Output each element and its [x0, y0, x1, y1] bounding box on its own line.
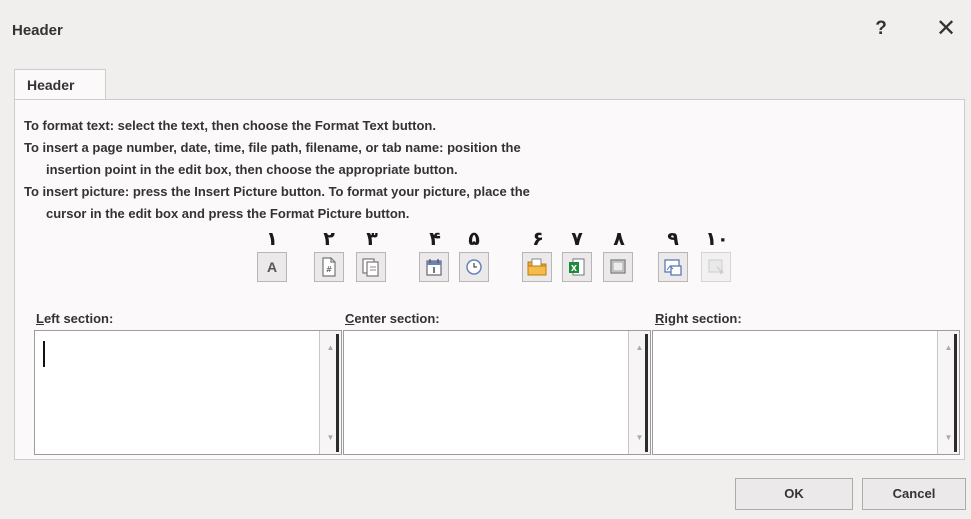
instruction-line-4: To insert picture: press the Insert Pict…: [24, 184, 530, 199]
svg-text:X: X: [571, 264, 578, 273]
scrollbar-thumb[interactable]: [336, 334, 339, 452]
button-number-10: ۱۰: [705, 228, 729, 250]
tab-header[interactable]: Header: [14, 69, 106, 100]
right-section-label: Right section:: [655, 311, 742, 326]
right-section-input[interactable]: ▲ ▼: [652, 330, 960, 455]
instruction-line-5: cursor in the edit box and press the For…: [46, 206, 410, 221]
format-picture-icon: [708, 259, 724, 275]
insert-file-path-button[interactable]: [522, 252, 552, 282]
insert-file-path-icon: [527, 258, 547, 276]
close-button[interactable]: ✕: [933, 16, 959, 42]
right-section-scrollbar[interactable]: ▲ ▼: [937, 331, 959, 454]
center-section-label: Center section:: [345, 311, 440, 326]
insert-number-of-pages-icon: [362, 258, 379, 277]
insert-date-icon: [426, 259, 442, 276]
insert-time-button[interactable]: [459, 252, 489, 282]
insert-number-of-pages-button[interactable]: [356, 252, 386, 282]
insert-page-number-button[interactable]: #: [314, 252, 344, 282]
button-number-6: ۶: [532, 228, 544, 250]
insert-sheet-name-button[interactable]: [603, 252, 633, 282]
right-section-label-text: ight section:: [664, 311, 742, 326]
left-section-label: Left section:: [36, 311, 113, 326]
button-number-4: ۴: [429, 228, 441, 250]
scrollbar-thumb[interactable]: [954, 334, 957, 452]
text-caret: [43, 341, 45, 367]
cancel-button[interactable]: Cancel: [862, 478, 966, 510]
button-number-7: ۷: [571, 228, 583, 250]
svg-text:#: #: [326, 265, 333, 274]
help-button[interactable]: ?: [869, 16, 893, 42]
ok-button[interactable]: OK: [735, 478, 853, 510]
insert-date-button[interactable]: [419, 252, 449, 282]
instruction-line-1: To format text: select the text, then ch…: [24, 118, 436, 133]
insert-file-name-button[interactable]: X: [562, 252, 592, 282]
title-bar: Header ? ✕: [0, 0, 971, 56]
center-section-accesskey: C: [345, 311, 355, 326]
button-number-9: ۹: [667, 228, 679, 250]
format-picture-button[interactable]: [701, 252, 731, 282]
insert-page-number-icon: #: [322, 257, 336, 277]
insert-file-name-icon: X: [569, 258, 585, 276]
instruction-line-2: To insert a page number, date, time, fil…: [24, 140, 521, 155]
insert-time-icon: [466, 259, 482, 275]
center-section-label-text: enter section:: [354, 311, 440, 326]
tab-header-label: Header: [27, 77, 75, 93]
right-section-accesskey: R: [655, 311, 665, 326]
left-section-accesskey: L: [36, 311, 44, 326]
left-section-label-text: eft section:: [43, 311, 114, 326]
format-text-icon: A: [266, 259, 278, 275]
dialog-title: Header: [12, 22, 63, 39]
format-text-button[interactable]: A: [257, 252, 287, 282]
center-section-scrollbar[interactable]: ▲ ▼: [628, 331, 650, 454]
button-number-2: ۲: [323, 228, 335, 250]
insert-sheet-name-icon: [610, 259, 626, 274]
left-section-input[interactable]: ▲ ▼: [34, 330, 342, 455]
center-section-input[interactable]: ▲ ▼: [343, 330, 651, 455]
insert-picture-button[interactable]: [658, 252, 688, 282]
instruction-line-3: insertion point in the edit box, then ch…: [46, 162, 458, 177]
button-number-5: ۵: [468, 228, 480, 250]
left-section-scrollbar[interactable]: ▲ ▼: [319, 331, 341, 454]
button-number-3: ۳: [366, 228, 378, 250]
button-number-1: ۱: [266, 228, 278, 250]
scrollbar-thumb[interactable]: [645, 334, 648, 452]
insert-picture-icon: [664, 259, 682, 276]
button-number-8: ۸: [613, 228, 625, 250]
